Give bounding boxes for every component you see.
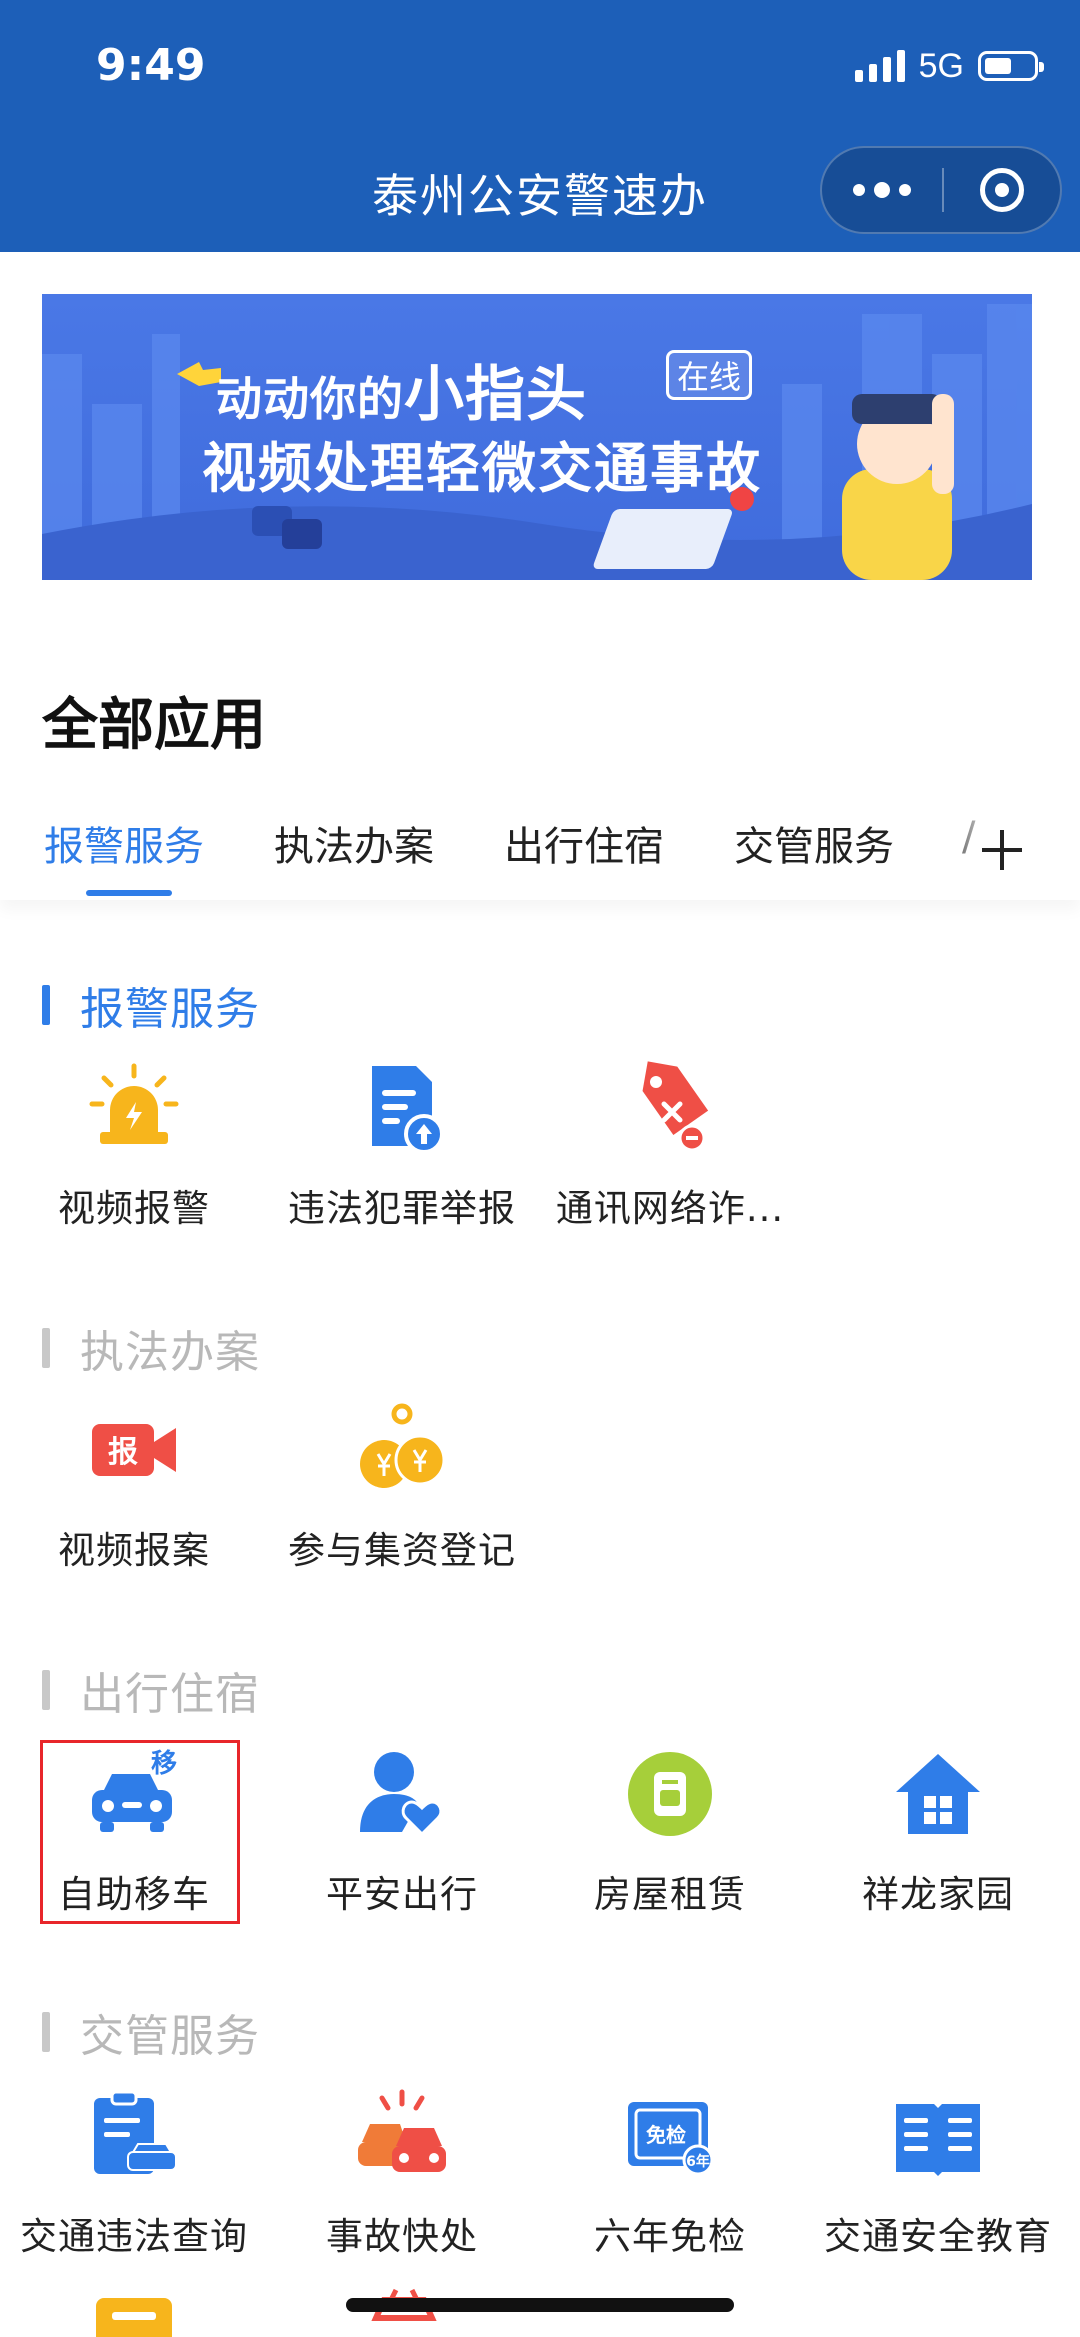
pointing-hand-icon (177, 362, 221, 386)
app-label: 视频报警 (58, 1187, 210, 1230)
miniprogram-capsule (820, 146, 1062, 234)
app-label: 参与集资登记 (288, 1529, 516, 1572)
tab-alarm-service[interactable]: 报警服务 (44, 814, 204, 872)
battery-icon (978, 51, 1044, 81)
fraud-tag-icon (642, 1061, 709, 1152)
section-title: 出行住宿 (80, 1669, 260, 1720)
more-dots-icon[interactable] (822, 148, 942, 232)
user-heart-icon (360, 1752, 443, 1837)
next-row-icon-1[interactable] (92, 2294, 176, 2337)
section-bar (42, 2012, 50, 2052)
app-label: 六年免检 (594, 2215, 746, 2258)
app-header: 9:49 5G 泰州公安警速办 (0, 0, 1080, 252)
next-row-icon-2[interactable] (362, 2288, 446, 2337)
section-header-alarm: 报警服务 (42, 975, 260, 1035)
section-header-law: 执法办案 (42, 1318, 260, 1378)
app-label: 视频报案 (58, 1529, 210, 1572)
section-bar (42, 1328, 50, 1368)
status-time: 9:49 (96, 40, 206, 91)
banner-line2: 视频处理轻微交通事故 (202, 437, 762, 500)
section-title: 报警服务 (80, 984, 260, 1035)
app-crime-report[interactable]: 违法犯罪举报 (268, 1060, 536, 1232)
add-tab-icon[interactable] (974, 822, 1030, 878)
exempt-glyph: 免检 (646, 2123, 686, 2147)
signal-icon (854, 50, 905, 82)
section-title: 交管服务 (80, 2011, 260, 2062)
video-report-icon: 报 (92, 1424, 176, 1476)
education-book-icon (896, 2104, 980, 2176)
selection-highlight-box (40, 1740, 240, 1924)
app-label: 事故快处 (326, 2215, 478, 2258)
report-upload-icon (372, 1066, 444, 1154)
app-label: 祥龙家园 (862, 1873, 1014, 1916)
section-title: 执法办案 (80, 1327, 260, 1378)
banner-line1-highlight: 小指头 (404, 360, 587, 430)
online-badge: 在线 (666, 350, 752, 400)
tab-travel-lodging[interactable]: 出行住宿 (504, 814, 664, 872)
app-telecom-fraud[interactable]: 通讯网络诈... (536, 1060, 804, 1232)
app-label: 交通安全教育 (824, 2215, 1052, 2258)
app-label: 平安出行 (326, 1873, 478, 1916)
tab-law-enforcement[interactable]: 执法办案 (274, 814, 434, 872)
network-type: 5G (918, 46, 964, 85)
app-xianglong-home[interactable]: 祥龙家园 (804, 1746, 1072, 1918)
app-accident-quick[interactable]: 事故快处 (268, 2088, 536, 2260)
section-bar (42, 1670, 50, 1710)
promo-banner[interactable]: 动动你的小指头 在线 视频处理轻微交通事故 (42, 294, 1032, 580)
police-officer-illustration (842, 394, 954, 580)
app-label: 违法犯罪举报 (288, 1187, 516, 1230)
siren-icon (89, 1063, 179, 1144)
app-traffic-safety-education[interactable]: 交通安全教育 (804, 2088, 1072, 2260)
category-tabs: 报警服务 执法办案 出行住宿 交管服务 / (0, 800, 1080, 900)
app-house-rental[interactable]: 房屋租赁 (536, 1746, 804, 1918)
tab-traffic-service[interactable]: 交管服务 (734, 814, 894, 872)
banner-line1: 动动你的小指头 (216, 346, 587, 433)
accident-icon (358, 2089, 446, 2172)
target-close-icon[interactable] (944, 168, 1060, 212)
home-indicator (346, 2298, 734, 2312)
violation-query-icon (94, 2090, 177, 2174)
app-label: 交通违法查询 (20, 2215, 248, 2258)
section-header-traffic: 交管服务 (42, 2002, 260, 2062)
section-bar (42, 985, 50, 1025)
app-label: 房屋租赁 (594, 1873, 746, 1916)
all-apps-title: 全部应用 (42, 693, 266, 758)
rental-icon (628, 1752, 712, 1836)
app-six-year-exempt[interactable]: 免检 6年 六年免检 (536, 2088, 804, 2260)
app-fundraising-register[interactable]: 参与集资登记 (268, 1402, 536, 1574)
six-year-glyph: 6年 (686, 2153, 710, 2170)
app-safe-travel[interactable]: 平安出行 (268, 1746, 536, 1918)
app-video-case-report[interactable]: 报 视频报案 (0, 1402, 268, 1574)
banner-line1-prefix: 动动你的 (216, 372, 404, 426)
app-label: 通讯网络诈... (555, 1187, 785, 1230)
app-violation-query[interactable]: 交通违法查询 (0, 2088, 268, 2260)
section-header-travel: 出行住宿 (42, 1660, 260, 1720)
status-indicators: 5G (854, 46, 1044, 86)
money-bags-icon (360, 1403, 446, 1488)
active-tab-indicator (86, 890, 172, 896)
inspection-exempt-icon: 免检 6年 (628, 2102, 714, 2176)
video-report-glyph: 报 (108, 1435, 138, 1470)
home-icon (896, 1754, 980, 1834)
app-video-alarm[interactable]: 视频报警 (0, 1060, 268, 1232)
